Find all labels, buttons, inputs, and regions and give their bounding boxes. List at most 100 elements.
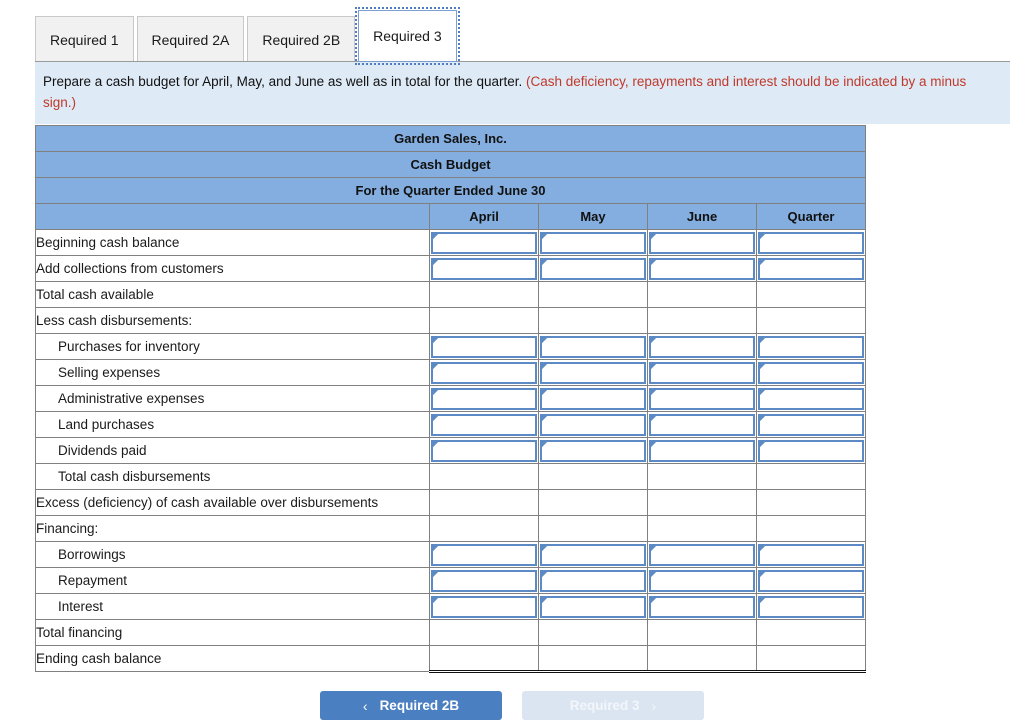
amount-input-cell[interactable] [647, 541, 757, 568]
table-title-line: For the Quarter Ended June 30 [34, 177, 867, 204]
amount-input[interactable] [649, 595, 755, 618]
amount-input-cell[interactable] [755, 333, 867, 360]
amount-input[interactable] [758, 595, 865, 618]
table-header-row: April May June Quarter [35, 203, 867, 230]
amount-input-cell[interactable] [538, 593, 648, 620]
amount-input[interactable] [758, 387, 865, 410]
amount-input[interactable] [649, 231, 755, 254]
amount-input-cell[interactable] [429, 229, 539, 256]
column-header-may: May [538, 203, 648, 230]
amount-input[interactable] [431, 335, 537, 358]
amount-input[interactable] [431, 595, 537, 618]
amount-input[interactable] [758, 257, 865, 280]
tab-label: Required 3 [373, 28, 442, 44]
previous-required-2b-button[interactable]: ‹ Required 2B [320, 691, 502, 720]
amount-input-cell[interactable] [429, 593, 539, 620]
amount-input[interactable] [540, 569, 646, 592]
amount-input-cell[interactable] [647, 229, 757, 256]
amount-input-cell[interactable] [429, 567, 539, 594]
cell-marker-icon [433, 571, 438, 577]
amount-input[interactable] [540, 387, 646, 410]
amount-input-cell[interactable] [755, 411, 867, 438]
amount-computed-cell [429, 619, 539, 646]
amount-input[interactable] [540, 231, 646, 254]
amount-input-cell[interactable] [755, 255, 867, 282]
bottom-nav: ‹ Required 2B Required 3 › [0, 691, 1024, 724]
amount-input-cell[interactable] [538, 541, 648, 568]
amount-input[interactable] [540, 413, 646, 436]
amount-input-cell[interactable] [755, 593, 867, 620]
tab-required-2b[interactable]: Required 2B [247, 16, 356, 62]
amount-computed-cell [647, 281, 757, 308]
next-required-3-button[interactable]: Required 3 › [522, 691, 704, 720]
amount-input-cell[interactable] [429, 437, 539, 464]
amount-computed-cell [755, 281, 867, 308]
amount-input-cell[interactable] [538, 567, 648, 594]
amount-input-cell[interactable] [538, 437, 648, 464]
amount-input[interactable] [649, 413, 755, 436]
amount-input-cell[interactable] [647, 359, 757, 386]
amount-input[interactable] [540, 361, 646, 384]
amount-input[interactable] [758, 335, 865, 358]
amount-input[interactable] [431, 387, 537, 410]
amount-input-cell[interactable] [429, 541, 539, 568]
amount-input-cell[interactable] [647, 385, 757, 412]
amount-input-cell[interactable] [755, 359, 867, 386]
amount-input[interactable] [649, 569, 755, 592]
tab-required-1[interactable]: Required 1 [35, 16, 134, 62]
tab-required-3[interactable]: Required 3 [355, 7, 460, 65]
amount-input-cell[interactable] [538, 229, 648, 256]
amount-input[interactable] [758, 439, 865, 462]
amount-input[interactable] [758, 361, 865, 384]
amount-input[interactable] [431, 257, 537, 280]
amount-input[interactable] [431, 361, 537, 384]
tab-required-2a[interactable]: Required 2A [136, 16, 245, 62]
amount-input-cell[interactable] [647, 333, 757, 360]
amount-input[interactable] [431, 439, 537, 462]
cell-marker-icon [651, 363, 656, 369]
amount-input[interactable] [649, 335, 755, 358]
amount-input[interactable] [649, 361, 755, 384]
amount-input-cell[interactable] [755, 229, 867, 256]
table-row: Selling expenses [35, 359, 867, 386]
amount-input-cell[interactable] [429, 333, 539, 360]
amount-input[interactable] [758, 543, 865, 566]
amount-input[interactable] [431, 543, 537, 566]
amount-input[interactable] [540, 439, 646, 462]
amount-input[interactable] [540, 257, 646, 280]
amount-input-cell[interactable] [755, 567, 867, 594]
amount-input[interactable] [431, 413, 537, 436]
amount-input-cell[interactable] [755, 385, 867, 412]
amount-input-cell[interactable] [429, 255, 539, 282]
amount-input-cell[interactable] [538, 333, 648, 360]
amount-input-cell[interactable] [538, 359, 648, 386]
amount-input-cell[interactable] [647, 593, 757, 620]
amount-input[interactable] [649, 387, 755, 410]
amount-input-cell[interactable] [429, 359, 539, 386]
amount-input-cell[interactable] [429, 385, 539, 412]
amount-input[interactable] [540, 543, 646, 566]
amount-input-cell[interactable] [647, 437, 757, 464]
tab-label: Required 2A [151, 31, 230, 48]
amount-computed-cell [429, 645, 539, 673]
amount-input[interactable] [540, 595, 646, 618]
cell-marker-icon [651, 259, 656, 265]
amount-input-cell[interactable] [755, 541, 867, 568]
amount-input[interactable] [758, 413, 865, 436]
amount-input-cell[interactable] [647, 255, 757, 282]
amount-input-cell[interactable] [538, 385, 648, 412]
amount-input[interactable] [431, 569, 537, 592]
amount-input[interactable] [540, 335, 646, 358]
amount-input[interactable] [758, 569, 865, 592]
amount-input-cell[interactable] [429, 411, 539, 438]
amount-input-cell[interactable] [647, 567, 757, 594]
amount-input-cell[interactable] [538, 255, 648, 282]
amount-input-cell[interactable] [538, 411, 648, 438]
amount-input[interactable] [649, 543, 755, 566]
amount-input[interactable] [649, 257, 755, 280]
amount-input[interactable] [649, 439, 755, 462]
amount-input[interactable] [431, 231, 537, 254]
amount-input-cell[interactable] [755, 437, 867, 464]
amount-input[interactable] [758, 231, 865, 254]
amount-input-cell[interactable] [647, 411, 757, 438]
